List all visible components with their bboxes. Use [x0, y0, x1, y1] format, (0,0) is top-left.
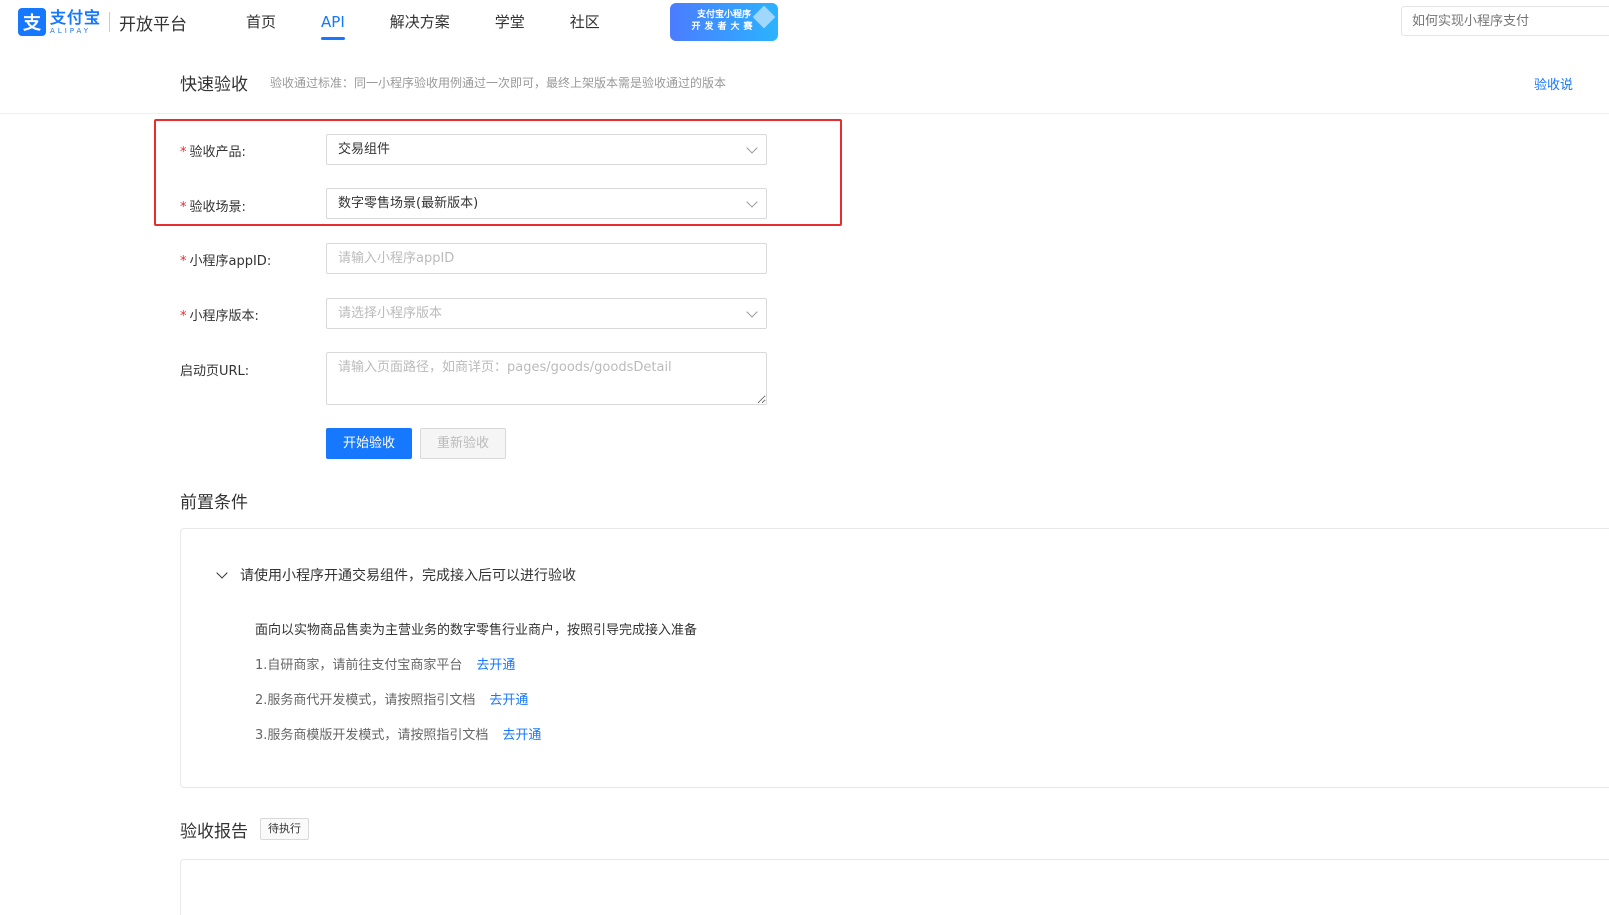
- nav-solutions[interactable]: 解决方案: [390, 0, 450, 46]
- required-mark: *: [180, 309, 187, 324]
- search-input[interactable]: [1401, 6, 1609, 36]
- required-mark: *: [180, 145, 187, 160]
- appid-label: * 小程序appID:: [180, 254, 272, 269]
- developer-contest-banner[interactable]: 支付宝小程序 开发者大赛: [670, 3, 778, 41]
- restart-check-button[interactable]: 重新验收: [420, 428, 506, 459]
- url-textarea[interactable]: [326, 352, 767, 405]
- chevron-down-icon: [746, 306, 758, 318]
- title-divider: [0, 113, 1609, 114]
- version-select-placeholder: 请选择小程序版本: [338, 306, 443, 321]
- scene-label: * 验收场景:: [180, 200, 246, 215]
- required-mark: *: [180, 254, 187, 269]
- logo-cn-text: 支付宝: [50, 7, 102, 27]
- scene-select[interactable]: 数字零售场景(最新版本): [326, 188, 767, 219]
- product-label: * 验收产品:: [180, 145, 246, 160]
- precondition-collapse-header[interactable]: 请使用小程序开通交易组件，完成接入后可以进行验收: [216, 565, 576, 585]
- nav-academy[interactable]: 学堂: [495, 0, 525, 46]
- chevron-down-icon: [216, 567, 228, 579]
- required-mark: *: [180, 200, 187, 215]
- precondition-item: 3.服务商模版开发模式，请按照指引文档 去开通: [255, 728, 542, 743]
- quick-check-title: 快速验收: [180, 75, 248, 95]
- appid-input[interactable]: [326, 243, 767, 274]
- activate-link[interactable]: 去开通: [476, 658, 515, 673]
- report-card: [180, 859, 1609, 915]
- nav-community[interactable]: 社区: [570, 0, 600, 46]
- quick-check-subtitle: 验收通过标准：同一小程序验收用例通过一次即可，最终上架版本需是验收通过的版本: [270, 76, 727, 90]
- logo-divider: [109, 12, 111, 32]
- status-badge: 待执行: [260, 818, 309, 840]
- chevron-down-icon: [746, 196, 758, 208]
- logo-en-text: ALIPAY: [50, 26, 92, 35]
- product-select[interactable]: 交易组件: [326, 134, 767, 165]
- preconditions-title: 前置条件: [180, 493, 248, 513]
- check-guide-link[interactable]: 验收说: [1534, 74, 1573, 93]
- alipay-logo[interactable]: 支 支付宝 ALIPAY 开放平台: [18, 8, 187, 36]
- scene-select-value: 数字零售场景(最新版本): [338, 196, 479, 211]
- nav-api[interactable]: API: [321, 0, 345, 46]
- top-header: 支 支付宝 ALIPAY 开放平台 首页 API 解决方案 学堂 社区 支付宝小…: [0, 0, 1609, 46]
- start-check-button[interactable]: 开始验收: [326, 428, 412, 459]
- version-select[interactable]: 请选择小程序版本: [326, 298, 767, 329]
- activate-link[interactable]: 去开通: [502, 728, 541, 743]
- activate-link[interactable]: 去开通: [489, 693, 528, 708]
- version-label: * 小程序版本:: [180, 309, 259, 324]
- alipay-logo-icon: 支: [18, 8, 46, 36]
- precondition-description: 面向以实物商品售卖为主营业务的数字零售行业商户，按照引导完成接入准备: [255, 623, 698, 638]
- product-select-value: 交易组件: [338, 142, 391, 157]
- chevron-down-icon: [746, 142, 758, 154]
- nav-home[interactable]: 首页: [246, 0, 276, 46]
- url-label: 启动页URL:: [180, 364, 250, 379]
- precondition-heading: 请使用小程序开通交易组件，完成接入后可以进行验收: [240, 568, 576, 584]
- main-nav: 首页 API 解决方案 学堂 社区: [246, 0, 645, 46]
- precondition-item: 2.服务商代开发模式，请按照指引文档 去开通: [255, 693, 529, 708]
- report-title: 验收报告: [180, 822, 248, 842]
- platform-name: 开放平台: [119, 14, 188, 35]
- precondition-item: 1.自研商家，请前往支付宝商家平台 去开通: [255, 658, 516, 673]
